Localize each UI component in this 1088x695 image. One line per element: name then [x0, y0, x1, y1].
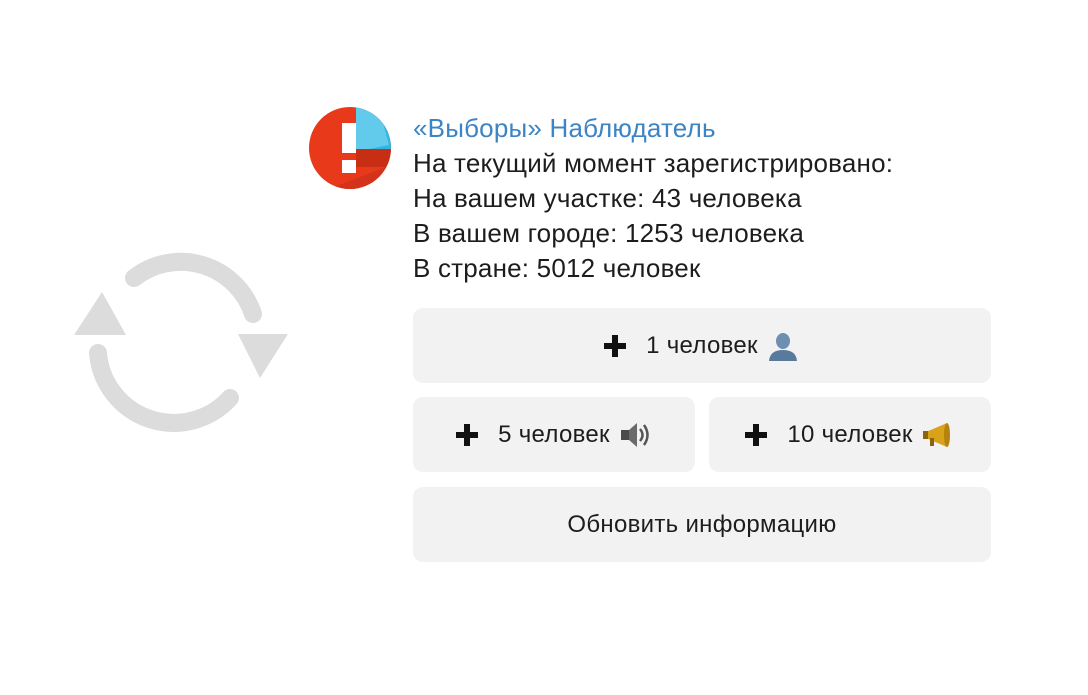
bust-silhouette-icon: [768, 332, 797, 361]
message-line-header: На текущий момент зарегистрировано:: [413, 148, 894, 178]
add-5-people-label: 5 человек: [498, 420, 610, 448]
bot-message: «Выборы» Наблюдатель На текущий момент з…: [413, 110, 1013, 286]
refresh-info-label: Обновить информацию: [567, 510, 837, 538]
sender-name[interactable]: «Выборы» Наблюдатель: [413, 110, 1013, 146]
add-5-people-button[interactable]: 5 человек: [413, 397, 695, 472]
inline-keyboard: 1 человек 5 человек 10 человек Обновить …: [413, 308, 991, 564]
megaphone-icon: [922, 422, 950, 447]
add-1-person-button[interactable]: 1 человек: [413, 308, 991, 383]
speaker-loud-icon: [620, 422, 649, 447]
refresh-icon: [74, 252, 288, 432]
add-10-people-button[interactable]: 10 человек: [709, 397, 991, 472]
plus-icon: [745, 423, 768, 446]
message-line-precinct: На вашем участке: 43 человека: [413, 183, 802, 213]
plus-icon: [456, 423, 479, 446]
vybory-logo-icon[interactable]: [309, 107, 391, 189]
plus-icon: [604, 334, 627, 357]
add-10-people-label: 10 человек: [787, 420, 913, 448]
message-line-city: В вашем городе: 1253 человека: [413, 218, 805, 248]
refresh-info-button[interactable]: Обновить информацию: [413, 487, 991, 562]
message-line-country: В стране: 5012 человек: [413, 253, 701, 283]
add-1-person-label: 1 человек: [646, 331, 758, 359]
